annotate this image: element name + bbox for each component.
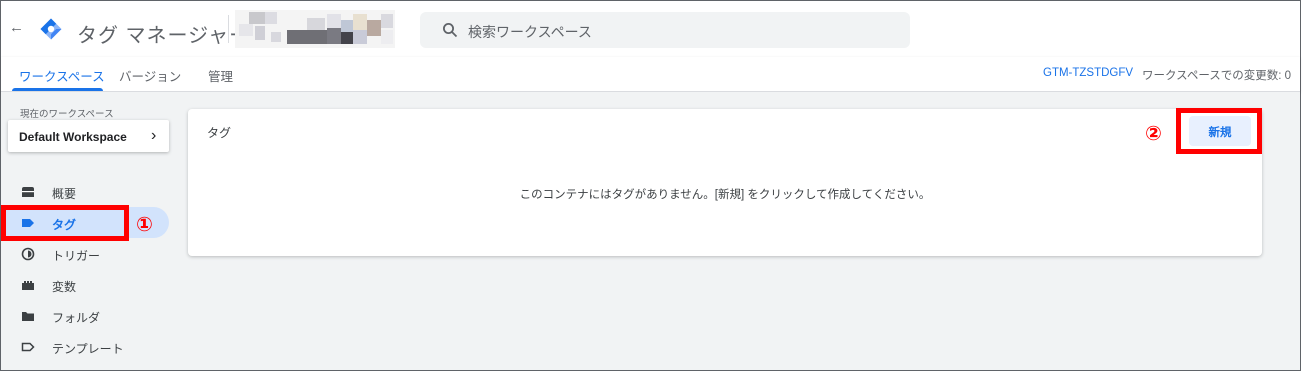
sidebar-item-overview[interactable]: 概要	[1, 177, 171, 207]
search-input[interactable]: 検索ワークスペース	[468, 22, 592, 42]
sidebar-item-label: フォルダ	[52, 311, 101, 325]
tabs-bar: ワークスペース バージョン 管理 GTM-TZSTDGFV ワークスペースでの変…	[1, 57, 1300, 92]
sidebar-item-label: 概要	[52, 187, 77, 201]
overview-icon	[22, 187, 34, 197]
app-title: タグ マネージャー	[77, 25, 251, 47]
trigger-icon	[21, 247, 35, 261]
folder-icon	[22, 312, 34, 321]
annotation-box-1	[1, 205, 129, 241]
sidebar-item-templates[interactable]: テンプレート	[1, 332, 171, 362]
template-icon	[21, 342, 35, 352]
current-workspace-label: 現在のワークスペース	[20, 109, 114, 120]
tab-workspace[interactable]: ワークスペース	[19, 66, 105, 85]
workspace-selector[interactable]: Default Workspace ›	[8, 120, 169, 152]
tab-versions[interactable]: バージョン	[119, 66, 181, 85]
container-id-link[interactable]: GTM-TZSTDGFV	[1043, 67, 1133, 79]
sidebar-item-folders[interactable]: フォルダ	[1, 301, 171, 331]
annotation-box-2	[1176, 108, 1262, 154]
sidebar-item-label: トリガー	[52, 249, 101, 263]
card-title: タグ	[207, 126, 232, 140]
sidebar-item-label: 変数	[52, 280, 77, 294]
arrow-back-icon[interactable]: ←	[9, 20, 24, 35]
search-icon	[443, 23, 458, 38]
search-bar[interactable]: 検索ワークスペース	[420, 12, 910, 48]
variables-icon	[22, 281, 34, 290]
sidebar-item-label: テンプレート	[52, 342, 124, 356]
account-selector-blurred[interactable]	[235, 10, 395, 48]
top-app-bar: ← タグ マネージャー 検索ワークスペース	[1, 1, 1300, 58]
chevron-right-icon: ›	[151, 127, 157, 144]
tab-admin[interactable]: 管理	[208, 66, 233, 85]
annotation-number-1: ①	[136, 214, 153, 236]
tag-manager-logo[interactable]	[39, 17, 63, 41]
tags-card	[188, 109, 1262, 256]
sidebar-item-variables[interactable]: 変数	[1, 270, 171, 300]
annotation-number-2: ②	[1145, 123, 1162, 145]
workspace-name: Default Workspace	[19, 130, 127, 144]
workspace-changes-count: ワークスペースでの変更数: 0	[1142, 70, 1292, 82]
sidebar-item-triggers[interactable]: トリガー	[1, 239, 171, 269]
empty-state-message: このコンテナにはタグがありません。[新規] をクリックして作成してください。	[519, 189, 931, 201]
active-tab-indicator	[12, 88, 103, 91]
header-divider	[228, 15, 229, 43]
